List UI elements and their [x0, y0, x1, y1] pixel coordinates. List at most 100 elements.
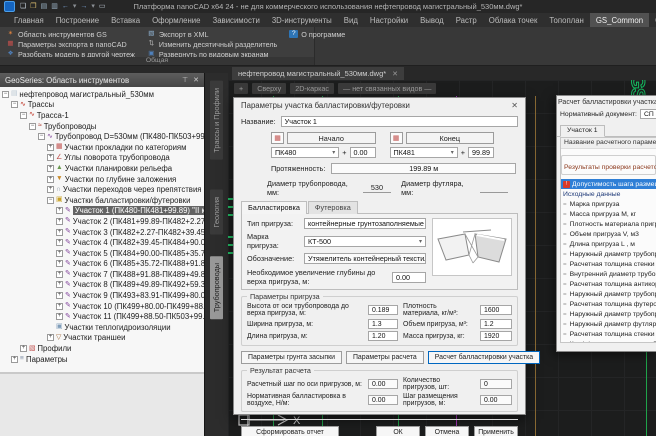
tree-item[interactable]: − ∿ Трубопровод D=530мм (ПК480-ПК503+99.…: [0, 131, 204, 142]
depth-increase-input[interactable]: 0.00: [392, 272, 426, 283]
start-pk-select[interactable]: ПК480 ▾: [271, 147, 339, 158]
calc-param-row[interactable]: ! = Наружный диаметр трубопровода: [561, 289, 656, 299]
tree-expand-toggle[interactable]: +: [20, 345, 27, 352]
panel-side-tab[interactable]: Геология: [210, 190, 223, 235]
calc-panel-tab[interactable]: Участок 1: [560, 125, 605, 137]
end-button[interactable]: Конец: [406, 132, 495, 144]
start-button[interactable]: Начало: [287, 132, 376, 144]
tree-expand-toggle[interactable]: +: [56, 271, 63, 278]
tree-expand-toggle[interactable]: +: [56, 229, 63, 236]
pick-end-icon-button[interactable]: ▦: [390, 132, 403, 144]
ribbon-tab[interactable]: Топоплан: [543, 13, 589, 27]
param-input[interactable]: 1600: [480, 305, 512, 315]
tree-item[interactable]: + ∠ Углы поворота трубопровода: [0, 153, 204, 164]
tree-expand-toggle[interactable]: +: [47, 165, 54, 172]
tree-expand-toggle[interactable]: −: [29, 123, 36, 130]
tree-expand-toggle[interactable]: +: [56, 313, 63, 320]
tree-expand-toggle[interactable]: −: [11, 101, 18, 108]
dialog-action-button[interactable]: Параметры грунта засыпки: [241, 351, 342, 364]
tree-expand-toggle[interactable]: +: [56, 207, 63, 214]
normative-doc-value[interactable]: СП 36. 13330: [640, 109, 656, 119]
tree-item[interactable]: + ▧ Профили: [0, 343, 204, 354]
tree-item[interactable]: + ✎ Участок 6 (ПК485+35.72-ПК488+91.88) …: [0, 259, 204, 270]
param-input[interactable]: 1.20: [368, 331, 398, 341]
panel-side-tab[interactable]: Трассы и Профили: [210, 81, 223, 160]
close-icon[interactable]: ✕: [392, 70, 398, 78]
calc-param-row[interactable]: ! = Расчетная толщина антикоррозио: [561, 279, 656, 289]
tree-expand-toggle[interactable]: +: [47, 186, 54, 193]
tree-item[interactable]: − ∿ Трасса-1: [0, 110, 204, 121]
quick-access-button[interactable]: →: [80, 2, 87, 11]
ribbon-tab[interactable]: Построение: [50, 13, 105, 27]
tree-item[interactable]: − ▤ нефтепровод магистральный_530мм: [0, 89, 204, 100]
tree-expand-toggle[interactable]: −: [47, 197, 54, 204]
tree-item[interactable]: + ✎ Участок 10 (ПК499+80.00-ПК499+88.50)…: [0, 301, 204, 312]
start-offset-input[interactable]: 0.00: [350, 147, 376, 158]
calc-param-row[interactable]: ! = Наружный диаметр трубопровода: [561, 249, 656, 259]
ribbon-button[interactable]: ▧ Экспорт в XML: [147, 29, 277, 39]
ballast-tab[interactable]: Футеровка: [308, 201, 358, 214]
calc-param-row[interactable]: ! = Исходные данные: [561, 189, 656, 199]
ribbon-tab[interactable]: Настройки: [364, 13, 414, 27]
tree-item[interactable]: + ∩ Участки переходов через препятствия: [0, 184, 204, 195]
panel-side-tab[interactable]: Трубопроводы: [210, 256, 223, 319]
end-pk-select[interactable]: ПК481 ▾: [390, 147, 458, 158]
ribbon-tab[interactable]: Оформление: [146, 13, 206, 27]
ribbon-button[interactable]: ? О программе: [289, 29, 345, 39]
tree-item[interactable]: + ✎ Участок 11 (ПК499+88.50-ПК503+99.86): [0, 311, 204, 322]
tree-item[interactable]: + ✎ Участок 4 (ПК482+39.45-ПК484+90.00) …: [0, 237, 204, 248]
section-name-input[interactable]: Участок 1: [281, 116, 518, 127]
tree-item[interactable]: + ✎ Участок 5 (ПК484+90.00-ПК485+35.72) …: [0, 248, 204, 259]
tree-expand-toggle[interactable]: −: [38, 133, 45, 140]
quick-access-button[interactable]: ▥: [51, 2, 58, 11]
ribbon-tab[interactable]: Главная: [8, 13, 50, 27]
calc-param-row[interactable]: ! = Плотность материала пригруза γ ,: [561, 219, 656, 229]
calc-param-row[interactable]: ! = Расчетная толщина стенки футляр: [561, 329, 656, 339]
ribbon-tab[interactable]: GS_Common: [590, 13, 649, 27]
ribbon-tab[interactable]: GS_Trace: [649, 13, 656, 27]
calc-param-row[interactable]: ! = Марка пригруза: [561, 199, 656, 209]
param-input[interactable]: 0.189: [368, 305, 398, 315]
weight-mark-select[interactable]: КТ-500 ▾: [304, 236, 426, 247]
ribbon-tab[interactable]: Вывод: [414, 13, 450, 27]
tree-item[interactable]: + ✎ Участок 1 (ПК480-ПК481+99.89) "II ка…: [0, 206, 204, 217]
calc-param-row[interactable]: ! = Наружный диаметр футляра трубо: [561, 319, 656, 329]
nanocad-app-icon[interactable]: [4, 1, 15, 12]
tree-item[interactable]: ▣ Участки теплогидроизоляции: [0, 322, 204, 333]
tree-expand-toggle[interactable]: +: [56, 303, 63, 310]
quick-access-button[interactable]: ▾: [73, 2, 77, 11]
cancel-button[interactable]: Отмена: [425, 426, 469, 436]
param-input[interactable]: 1920: [480, 331, 512, 341]
calc-param-row[interactable]: ! = Коэффициент запаса устойчивост: [561, 339, 656, 343]
ballast-tab[interactable]: Балластировка: [241, 201, 307, 214]
tree-expand-toggle[interactable]: −: [2, 91, 9, 98]
generate-report-button[interactable]: Сформировать отчет: [241, 426, 339, 436]
ribbon-button[interactable]: ✶ Область инструментов GS: [6, 29, 135, 39]
tree-expand-toggle[interactable]: +: [56, 239, 63, 246]
ribbon-tab[interactable]: Вставка: [105, 13, 146, 27]
calc-param-row[interactable]: ! = Длина пригруза L , м: [561, 239, 656, 249]
tree-item[interactable]: − ∿ Трассы: [0, 100, 204, 111]
ribbon-tab[interactable]: Растр: [450, 13, 483, 27]
calc-param-row[interactable]: ! = Расчетная толщина стенки трубоп: [561, 259, 656, 269]
tree-expand-toggle[interactable]: +: [47, 176, 54, 183]
tree-expand-toggle[interactable]: +: [47, 154, 54, 161]
ribbon-tab[interactable]: Зависимости: [207, 13, 266, 27]
end-offset-input[interactable]: 99.89: [468, 147, 494, 158]
quick-access-button[interactable]: ❐: [30, 2, 36, 11]
tree-item[interactable]: + ✎ Участок 2 (ПК481+99.89-ПК482+2.27) "…: [0, 216, 204, 227]
ribbon-tab[interactable]: Облака точек: [483, 13, 544, 27]
tree-item[interactable]: + ✎ Участок 9 (ПК493+83.91-ПК499+80.00): [0, 290, 204, 301]
tree-item[interactable]: + ✎ Участок 3 (ПК482+2.27-ПК482+39.45) "…: [0, 227, 204, 238]
quick-access-button[interactable]: ←: [62, 2, 69, 11]
tree-item[interactable]: − ▣ Участки балластировки/футеровки: [0, 195, 204, 206]
dialog-action-button[interactable]: Параметры расчета: [346, 351, 424, 364]
tree-expand-toggle[interactable]: −: [20, 112, 27, 119]
quick-access-button[interactable]: ▤: [41, 2, 48, 11]
tree-expand-toggle[interactable]: +: [56, 218, 63, 225]
tree-expand-toggle[interactable]: +: [47, 334, 54, 341]
param-input[interactable]: 1.3: [368, 319, 398, 329]
calc-param-row[interactable]: ! = Объем пригруза V, м3: [561, 229, 656, 239]
tree-item[interactable]: + ▦ Участки прокладки по категориям: [0, 142, 204, 153]
calc-param-row[interactable]: ! = Расчетная толщина футеровочной: [561, 299, 656, 309]
